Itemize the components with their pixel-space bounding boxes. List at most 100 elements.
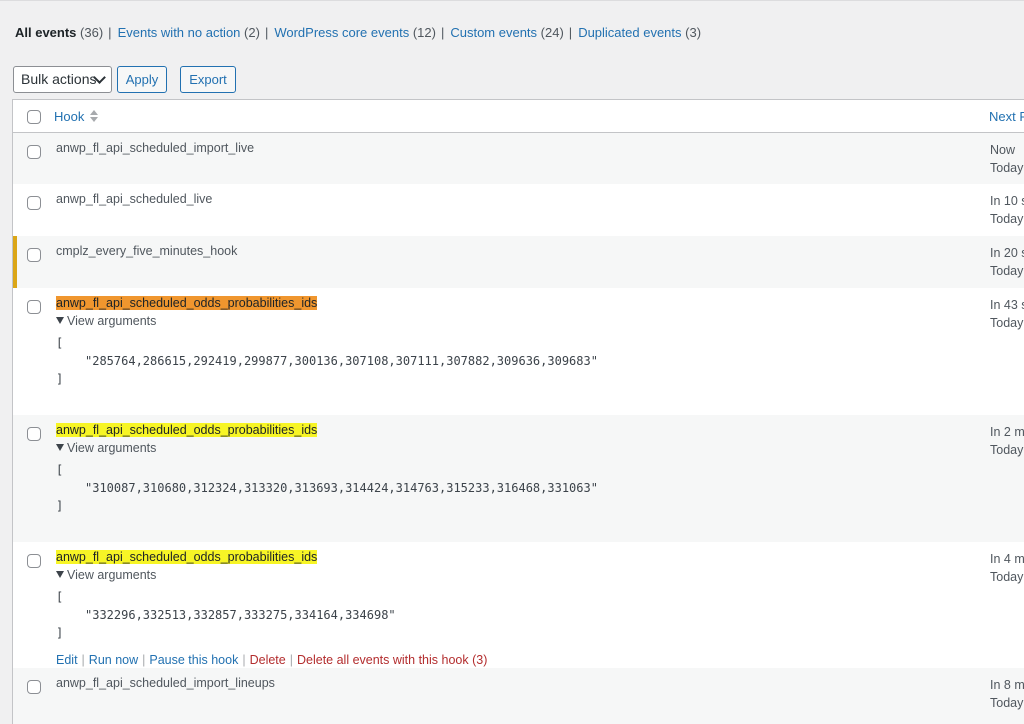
arguments-block: [ "332296,332513,332857,333275,334164,334… [56, 588, 396, 642]
sort-arrows-icon[interactable] [89, 109, 99, 123]
row-checkbox[interactable] [27, 196, 41, 210]
bracket-close: ] [56, 499, 64, 513]
view-arguments-label: View arguments [67, 568, 157, 582]
table-row: cmplz_every_five_minutes_hook In 20 s To… [13, 236, 1024, 288]
filter-duplicated-events[interactable]: Duplicated events (3) [578, 25, 701, 40]
arguments-block: ["285764,286615,292419,299877,300136,307… [56, 334, 598, 388]
table-header: Hook Next R [13, 100, 1024, 133]
arguments-block: [ "310087,310680,312324,313320,313693,314… [56, 461, 598, 515]
filter-separator: | [108, 25, 112, 40]
hook-name-highlighted: anwp_fl_api_scheduled_odds_probabilities… [56, 423, 318, 437]
next-run-relative: In 10 s [990, 194, 1024, 208]
next-run-relative: In 20 s [990, 246, 1024, 260]
row-checkbox[interactable] [27, 248, 41, 262]
top-divider [0, 0, 1024, 1]
row-checkbox[interactable] [27, 145, 41, 159]
next-run: In 2 mi Today [990, 423, 1024, 459]
hook-name: anwp_fl_api_scheduled_import_lineups [56, 676, 275, 690]
run-now-link[interactable]: Run now [89, 653, 138, 667]
next-run-date: Today [990, 570, 1024, 584]
next-run: In 10 s Today [990, 192, 1024, 228]
filter-count: (2) [244, 25, 260, 40]
next-run: In 43 s Today [990, 296, 1024, 332]
next-run-date: Today [990, 161, 1024, 175]
view-arguments-label: View arguments [67, 314, 157, 328]
hook-name: cmplz_every_five_minutes_hook [56, 244, 238, 258]
row-checkbox[interactable] [27, 680, 41, 694]
export-button[interactable]: Export [180, 66, 236, 93]
filter-separator: | [264, 25, 269, 40]
filter-no-action[interactable]: Events with no action (2) [118, 25, 260, 40]
row-checkbox[interactable] [27, 300, 41, 314]
action-separator: | [81, 653, 85, 667]
bracket-open: [ [56, 590, 64, 604]
next-run-date: Today [990, 316, 1024, 330]
view-arguments-toggle[interactable]: View arguments [56, 568, 156, 582]
filter-label[interactable]: Duplicated events [578, 25, 681, 40]
action-separator: | [242, 653, 246, 667]
filter-count: (3) [685, 25, 702, 40]
bracket-open: [ [56, 336, 64, 350]
argument-value: "332296,332513,332857,333275,334164,3346… [85, 608, 396, 622]
triangle-down-icon [56, 571, 64, 578]
pause-hook-link[interactable]: Pause this hook [149, 653, 238, 667]
bracket-open: [ [56, 463, 64, 477]
next-run: In 4 mi Today [990, 550, 1024, 586]
table-row: anwp_fl_api_scheduled_import_live Now To… [13, 133, 1024, 184]
view-arguments-label: View arguments [67, 441, 157, 455]
view-arguments-toggle[interactable]: View arguments [56, 314, 156, 328]
filter-separator: | [440, 25, 445, 40]
event-filter-links: All events (36) | Events with no action (2… [15, 25, 701, 41]
edit-link[interactable]: Edit [56, 653, 78, 667]
action-separator: | [142, 653, 146, 667]
filter-label[interactable]: WordPress core events [274, 25, 409, 40]
events-table: Hook Next R anwp_fl_api_scheduled_import… [12, 99, 1024, 724]
column-next-run[interactable]: Next R [989, 109, 1024, 124]
filter-label[interactable]: Custom events [450, 25, 537, 40]
next-run-relative: In 8 mi [990, 678, 1024, 692]
next-run-relative: Now [990, 143, 1016, 157]
action-separator: | [289, 653, 293, 667]
bracket-close: ] [56, 626, 64, 640]
next-run: Now Today [990, 141, 1023, 177]
table-row: anwp_fl_api_scheduled_odds_probabilities… [13, 288, 1024, 415]
filter-label: All events [15, 25, 77, 40]
triangle-down-icon [56, 317, 64, 324]
next-run: In 8 mi Today [990, 676, 1024, 712]
table-row: anwp_fl_api_scheduled_odds_probabilities… [13, 542, 1024, 668]
filter-custom-events[interactable]: Custom events (24) [450, 25, 563, 40]
view-arguments-toggle[interactable]: View arguments [56, 441, 156, 455]
row-checkbox[interactable] [27, 554, 41, 568]
filter-count: (12) [412, 25, 436, 40]
next-run-relative: In 4 mi [990, 552, 1024, 566]
next-run-date: Today [990, 212, 1024, 226]
bracket-close: ] [56, 372, 64, 386]
table-row: anwp_fl_api_scheduled_import_lineups In … [13, 668, 1024, 724]
hook-name-highlighted: anwp_fl_api_scheduled_odds_probabilities… [56, 296, 318, 310]
hook-name: anwp_fl_api_scheduled_live [56, 192, 213, 206]
hook-name: anwp_fl_api_scheduled_import_live [56, 141, 255, 155]
next-run-date: Today [990, 696, 1024, 710]
bulk-actions-label: Bulk actions [21, 71, 97, 87]
delete-link[interactable]: Delete [250, 653, 286, 667]
filter-count: (36) [80, 25, 104, 40]
next-run-relative: In 2 mi [990, 425, 1024, 439]
next-run-date: Today [990, 443, 1024, 457]
next-run: In 20 s Today [990, 244, 1024, 280]
filter-label[interactable]: Events with no action [118, 25, 241, 40]
filter-separator: | [568, 25, 573, 40]
select-all-checkbox[interactable] [27, 110, 41, 124]
table-row: anwp_fl_api_scheduled_live In 10 s Today [13, 184, 1024, 236]
apply-button[interactable]: Apply [117, 66, 167, 93]
hook-name-highlighted: anwp_fl_api_scheduled_odds_probabilities… [56, 550, 318, 564]
filter-count: (24) [540, 25, 564, 40]
filter-all-events[interactable]: All events (36) [15, 25, 103, 40]
bulk-actions-select[interactable]: Bulk actions [13, 66, 112, 93]
next-run-relative: In 43 s [990, 298, 1024, 312]
row-actions: Edit | Run now | Pause this hook | Delete | Dele… [56, 653, 487, 667]
filter-core-events[interactable]: WordPress core events (12) [274, 25, 436, 40]
delete-all-link[interactable]: Delete all events with this hook (3) [297, 653, 487, 667]
column-hook-sort[interactable]: Hook [54, 109, 84, 124]
row-checkbox[interactable] [27, 427, 41, 441]
argument-value: "310087,310680,312324,313320,313693,3144… [85, 481, 598, 495]
